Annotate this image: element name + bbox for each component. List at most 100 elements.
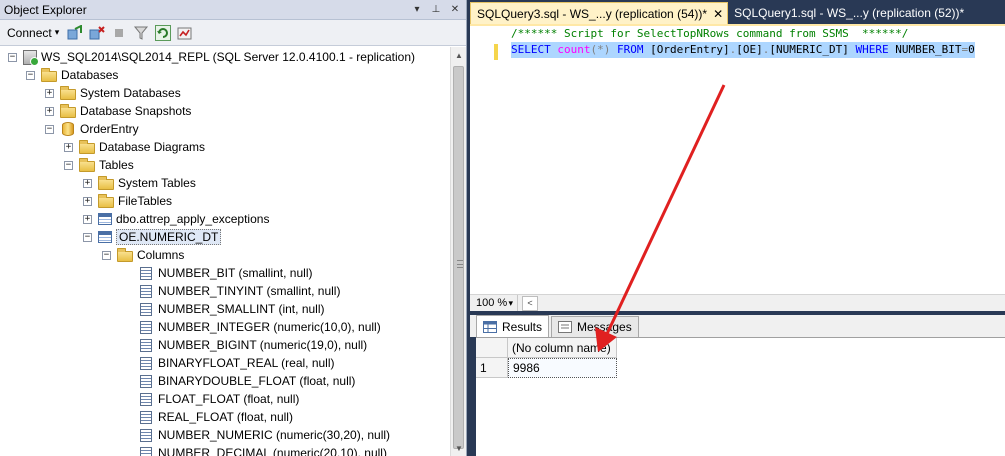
tree-node[interactable]: NUMBER_TINYINT (smallint, null) <box>140 282 340 300</box>
tab-sqlquery3[interactable]: SQLQuery3.sql - WS_...y (replication (54… <box>470 2 729 24</box>
tree-node-label: System Tables <box>118 176 196 190</box>
refresh-icon[interactable] <box>154 24 172 42</box>
query-editor[interactable]: /****** Script for SelectTopNRows comman… <box>470 24 1005 294</box>
scroll-thumb[interactable] <box>453 66 464 449</box>
column-icon <box>140 320 152 334</box>
tab-label: SQLQuery1.sql - WS_...y (replication (52… <box>734 6 965 20</box>
tree-node[interactable]: BINARYFLOAT_REAL (real, null) <box>140 354 335 372</box>
expand-icon[interactable]: + <box>83 196 92 206</box>
tree-node-label: WS_SQL2014\SQL2014_REPL (SQL Server 12.0… <box>41 50 415 64</box>
column-header[interactable]: (No column name) <box>508 338 617 358</box>
result-cell[interactable]: 9986 <box>508 358 617 378</box>
scroll-left-icon[interactable]: < <box>522 295 538 311</box>
row-number[interactable]: 1 <box>476 358 508 378</box>
window-position-icon[interactable]: ▾ <box>409 2 425 18</box>
tree-node-label: FileTables <box>118 194 173 208</box>
tree-node[interactable]: REAL_FLOAT (float, null) <box>140 408 293 426</box>
folder-icon <box>60 85 76 100</box>
tree-node[interactable]: + Database Snapshots <box>45 102 191 120</box>
collapse-icon[interactable]: − <box>45 124 54 134</box>
tree-node[interactable]: NUMBER_SMALLINT (int, null) <box>140 300 325 318</box>
expand-icon[interactable]: + <box>45 88 54 98</box>
collapse-icon[interactable]: − <box>8 52 17 62</box>
table-identifier: [NUMERIC_DT] <box>769 43 849 56</box>
scroll-down-icon[interactable]: ▼ <box>451 440 467 456</box>
tab-messages[interactable]: Messages <box>551 316 639 337</box>
disconnect-icon[interactable] <box>88 24 106 42</box>
tree-node[interactable]: NUMBER_DECIMAL (numeric(20,10), null) <box>140 444 387 456</box>
tree-node[interactable]: + System Tables <box>83 174 196 192</box>
tree-node[interactable]: − Columns <box>102 246 184 264</box>
results-grid-icon <box>483 320 497 333</box>
results-grid[interactable]: (No column name) 1 9986 <box>476 337 1005 456</box>
schema-identifier: [OE] <box>736 43 763 56</box>
scroll-up-icon[interactable]: ▲ <box>451 47 467 63</box>
folder-icon <box>41 67 57 82</box>
tree-node[interactable]: − Tables <box>64 156 134 174</box>
close-panel-icon[interactable]: ✕ <box>447 2 463 18</box>
stop-icon[interactable] <box>110 24 128 42</box>
tree-node[interactable]: + dbo.attrep_apply_exceptions <box>83 210 269 228</box>
grid-corner[interactable] <box>476 338 508 358</box>
star-token: * <box>597 43 604 56</box>
filter-icon[interactable] <box>132 24 150 42</box>
condition-column: NUMBER_BIT <box>895 43 962 56</box>
count-function: count <box>557 43 591 56</box>
tree-node[interactable]: − OrderEntry <box>45 120 139 138</box>
tree-node[interactable]: + Database Diagrams <box>64 138 205 156</box>
tree-node[interactable]: − Databases <box>26 66 118 84</box>
tab-label: SQLQuery3.sql - WS_...y (replication (54… <box>477 6 708 21</box>
object-explorer-panel: Object Explorer ▾ ⊥ ✕ Connect ▾ − WS_SQL2… <box>0 0 467 456</box>
column-icon <box>140 374 152 388</box>
code-query-line: SELECT count(*) FROM [OrderEntry].[OE].[… <box>511 42 975 58</box>
tree-node[interactable]: NUMBER_BIGINT (numeric(19,0), null) <box>140 336 367 354</box>
tree-node-label: OrderEntry <box>80 122 139 136</box>
collapse-icon[interactable]: − <box>102 250 111 260</box>
tree-node[interactable]: NUMBER_BIT (smallint, null) <box>140 264 312 282</box>
tree-node[interactable]: − WS_SQL2014\SQL2014_REPL (SQL Server 12.… <box>8 48 415 66</box>
server-icon <box>23 49 39 66</box>
tab-sqlquery1[interactable]: SQLQuery1.sql - WS_...y (replication (52… <box>728 2 968 24</box>
document-tab-strip: SQLQuery3.sql - WS_...y (replication (54… <box>470 0 1005 24</box>
expand-icon[interactable]: + <box>45 106 54 116</box>
connect-object-explorer-icon[interactable] <box>66 24 84 42</box>
tree-node-label: BINARYDOUBLE_FLOAT (float, null) <box>158 374 356 388</box>
zoom-dropdown[interactable]: 100 % ▾ <box>470 295 518 311</box>
folder-icon <box>98 175 114 190</box>
tree-node[interactable]: FLOAT_FLOAT (float, null) <box>140 390 299 408</box>
editor-status-bar: 100 % ▾ < <box>470 294 1005 311</box>
tree-node[interactable]: − OE.NUMERIC_DT <box>83 228 222 246</box>
expand-icon[interactable]: + <box>83 214 92 224</box>
auto-hide-pin-icon[interactable]: ⊥ <box>428 2 444 18</box>
condition-value: 0 <box>968 43 975 56</box>
select-keyword: SELECT <box>511 43 551 56</box>
tree-node-label: Tables <box>99 158 134 172</box>
column-icon <box>140 392 152 406</box>
tree-node[interactable]: BINARYDOUBLE_FLOAT (float, null) <box>140 372 355 390</box>
folder-icon <box>79 139 95 154</box>
collapse-icon[interactable]: − <box>26 70 35 80</box>
tree-node[interactable]: + FileTables <box>83 192 172 210</box>
activity-monitor-icon[interactable] <box>176 24 194 42</box>
tree-node-label: BINARYFLOAT_REAL (real, null) <box>158 356 335 370</box>
tree-node-label: Columns <box>137 248 185 262</box>
tree-node[interactable]: + System Databases <box>45 84 181 102</box>
table-icon <box>98 231 112 243</box>
column-icon <box>140 302 152 316</box>
tree-node-label: Databases <box>61 68 119 82</box>
tree-node[interactable]: NUMBER_NUMERIC (numeric(30,20), null) <box>140 426 390 444</box>
object-explorer-toolbar: Connect ▾ <box>0 20 466 46</box>
collapse-icon[interactable]: − <box>83 232 92 242</box>
connect-label: Connect <box>7 25 52 40</box>
close-tab-icon[interactable]: ✕ <box>713 7 723 21</box>
object-explorer-tree: − WS_SQL2014\SQL2014_REPL (SQL Server 12.… <box>0 47 450 456</box>
tree-node-label: NUMBER_BIGINT (numeric(19,0), null) <box>158 338 368 352</box>
connect-button[interactable]: Connect ▾ <box>4 26 62 40</box>
expand-icon[interactable]: + <box>83 178 92 188</box>
tree-node[interactable]: NUMBER_INTEGER (numeric(10,0), null) <box>140 318 381 336</box>
collapse-icon[interactable]: − <box>64 160 73 170</box>
tree-node-label: REAL_FLOAT (float, null) <box>158 410 293 424</box>
expand-icon[interactable]: + <box>64 142 73 152</box>
object-explorer-scrollbar[interactable]: ▲ ▼ <box>450 47 466 456</box>
tab-results[interactable]: Results <box>476 315 550 337</box>
